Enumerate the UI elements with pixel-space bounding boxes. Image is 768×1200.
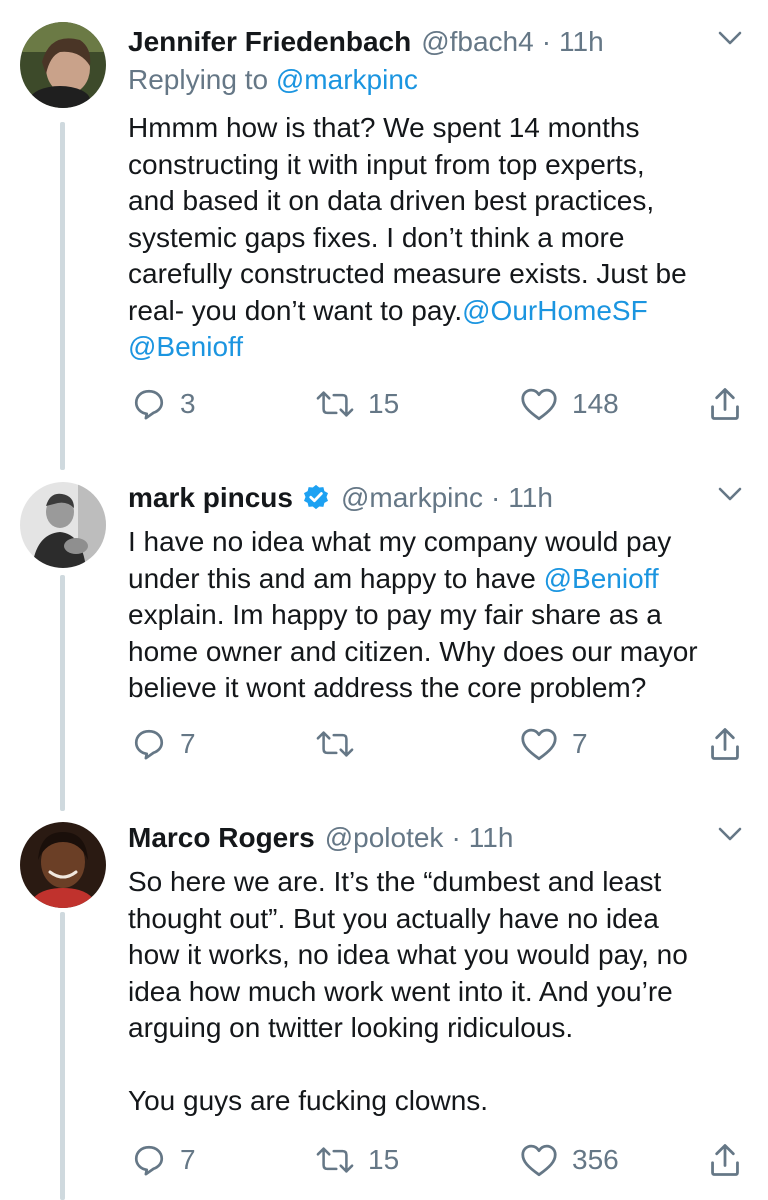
- replying-to-label: Replying to: [128, 64, 269, 95]
- verified-badge-icon: [301, 483, 331, 513]
- tweet-text-line: thought out”. But you actually have no i…: [128, 902, 659, 934]
- tweet-text-line: I have no idea what my company would pay: [128, 526, 672, 557]
- separator-dot: ·: [451, 822, 461, 853]
- thread-line: [60, 575, 65, 811]
- display-name[interactable]: Jennifer Friedenbach: [128, 26, 411, 58]
- tweet-text-line: You guys are fucking clowns.: [128, 1085, 489, 1116]
- tweet-text-line: and based it on data driven best practic…: [128, 185, 655, 216]
- tweet-actions: 7 7: [0, 724, 768, 764]
- replying-to-mention[interactable]: @markpinc: [276, 64, 418, 95]
- tweet-text-line: under this and am happy to have @Benioff: [128, 561, 748, 598]
- tweet-text-line: constructing it with input from top expe…: [128, 148, 645, 180]
- chevron-down-icon[interactable]: [718, 30, 742, 46]
- tweet-text-line: carefully constructed measure exists. Ju…: [128, 258, 687, 289]
- like-button[interactable]: 148: [520, 384, 619, 424]
- tweet-actions: 3 15 148: [0, 384, 768, 424]
- reply-count: 7: [180, 1144, 196, 1175]
- share-icon: [711, 388, 739, 420]
- tweet-text-line: real- you don’t want to pay.@OurHomeSF: [128, 293, 748, 330]
- display-name[interactable]: mark pincus: [128, 482, 293, 514]
- mention-link[interactable]: @Benioff: [544, 563, 659, 594]
- like-count: 148: [572, 388, 619, 419]
- reply-icon: [134, 389, 164, 420]
- tweet-header: Jennifer Friedenbach @fbach4 · 11h: [128, 22, 604, 62]
- timestamp[interactable]: 11h: [469, 822, 514, 854]
- tweet-text-line: arguing on twitter looking ridiculous.: [128, 1012, 574, 1043]
- timestamp[interactable]: 11h: [508, 482, 553, 514]
- reply-button[interactable]: 7: [132, 1140, 196, 1180]
- separator-dot: ·: [490, 482, 501, 513]
- retweet-button[interactable]: 15: [316, 384, 399, 424]
- user-handle[interactable]: @markpinc: [341, 482, 483, 514]
- avatar[interactable]: [20, 22, 106, 108]
- tweet-text-line: believe it wont address the core problem…: [128, 672, 647, 703]
- share-button[interactable]: [708, 1140, 742, 1180]
- mention-link[interactable]: @OurHomeSF: [462, 295, 648, 326]
- share-button[interactable]: [708, 724, 742, 764]
- retweet-button[interactable]: [316, 724, 368, 764]
- heart-icon: [521, 728, 557, 761]
- retweet-icon: [316, 731, 354, 757]
- like-count: 7: [572, 728, 588, 759]
- tweet-text-line: systemic gaps fixes. I don’t think a mor…: [128, 221, 625, 253]
- heart-icon: [521, 1144, 557, 1177]
- reply-icon: [134, 729, 164, 760]
- tweet-header: Marco Rogers @polotek · 11h: [128, 818, 513, 858]
- mention-link[interactable]: @Benioff: [128, 331, 243, 362]
- retweet-icon: [316, 391, 354, 417]
- reply-count: 3: [180, 388, 196, 419]
- reply-button[interactable]: 7: [132, 724, 196, 764]
- tweet-text-line: Hmmm how is that? We spent 14 months: [128, 112, 640, 143]
- tweet-text: I have no idea what my company would pay…: [128, 524, 748, 707]
- like-count: 356: [572, 1144, 619, 1175]
- tweet-text-segment: under this and am happy to have: [128, 562, 544, 594]
- like-button[interactable]: 7: [520, 724, 588, 764]
- display-name[interactable]: Marco Rogers: [128, 822, 315, 854]
- user-handle[interactable]: @polotek: [325, 822, 444, 854]
- tweet-text-line: So here we are. It’s the “dumbest and le…: [128, 866, 662, 897]
- tweet-actions: 7 15 356: [0, 1140, 768, 1180]
- replying-to: Replying to @markpinc: [128, 64, 418, 96]
- reply-button[interactable]: 3: [132, 384, 196, 424]
- timestamp[interactable]: 11h: [559, 26, 604, 58]
- tweet-text: Hmmm how is that? We spent 14 months con…: [128, 110, 748, 366]
- tweet-text-line: home owner and citizen. Why does our may…: [128, 635, 698, 667]
- chevron-down-icon[interactable]: [718, 826, 742, 842]
- tweet-text-line: idea how much work went into it. And you…: [128, 975, 673, 1007]
- tweet-text-line: explain. Im happy to pay my fair share a…: [128, 599, 662, 630]
- avatar-image: [20, 482, 106, 568]
- like-button[interactable]: 356: [520, 1140, 619, 1180]
- share-button[interactable]: [708, 384, 742, 424]
- share-icon: [711, 728, 739, 760]
- tweet-text-spacer: [128, 1047, 748, 1084]
- reply-icon: [134, 1145, 164, 1176]
- tweet-text: So here we are. It’s the “dumbest and le…: [128, 864, 748, 1120]
- tweet-text-line: @Benioff: [128, 329, 748, 366]
- avatar-image: [20, 822, 106, 908]
- avatar-image: [20, 22, 106, 108]
- tweet-text-line: how it works, no idea what you would pay…: [128, 939, 688, 970]
- retweet-count: 15: [368, 1144, 400, 1175]
- retweet-count: 15: [368, 388, 400, 419]
- user-handle[interactable]: @fbach4: [421, 26, 534, 58]
- avatar[interactable]: [20, 482, 106, 568]
- heart-icon: [521, 388, 557, 421]
- separator-dot: ·: [541, 26, 552, 57]
- tweet-header: mark pincus @markpinc · 11h: [128, 478, 553, 518]
- share-icon: [711, 1144, 739, 1176]
- avatar[interactable]: [20, 822, 106, 908]
- chevron-down-icon[interactable]: [718, 486, 742, 502]
- retweet-button[interactable]: 15: [316, 1140, 399, 1180]
- retweet-icon: [316, 1147, 354, 1173]
- tweet-text-segment: real- you don’t want to pay.: [128, 294, 463, 326]
- reply-count: 7: [180, 728, 196, 759]
